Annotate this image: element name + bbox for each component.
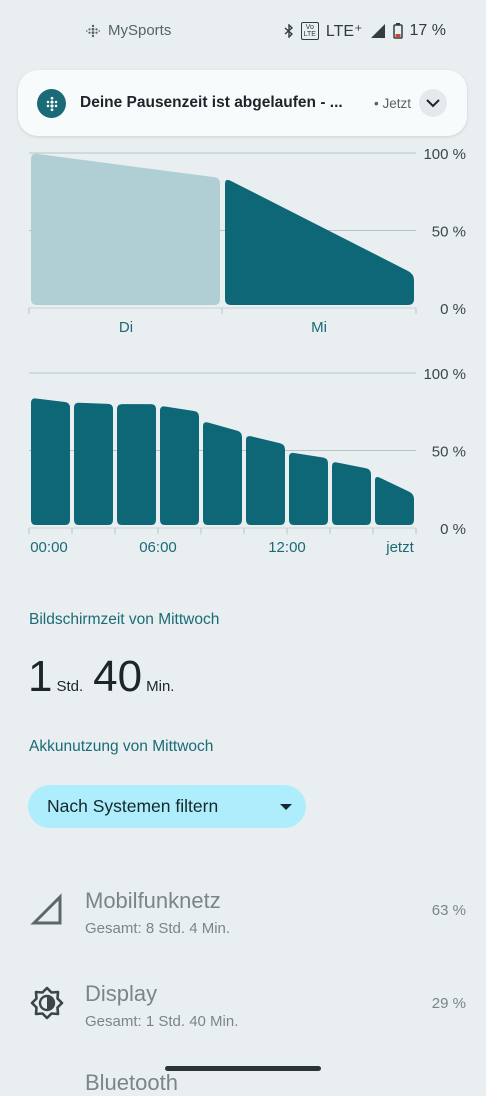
screen-time-minutes: 40 [93,652,143,701]
usage-bar[interactable] [117,404,156,525]
chevron-down-icon [426,98,440,107]
usage-item-name: Display [85,981,158,1006]
y-tick-label: 0 % [440,301,466,318]
hourly-usage-chart: 100 % 50 % 0 % 00:00 06:00 12:00 jetzt [28,366,466,556]
notification-time: • Jetzt [374,96,411,111]
screen-time-minutes-unit: Min. [146,678,175,695]
signal-icon [370,24,385,38]
cellular-signal-icon [30,893,62,925]
filter-label: Nach Systemen filtern [47,796,219,816]
usage-bar[interactable] [74,402,113,525]
daily-usage-chart: 100 % 50 % 0 % Di Mi [28,146,466,336]
y-tick-label: 100 % [423,366,466,383]
usage-item-display[interactable]: Display Gesamt: 1 Std. 40 Min. 29 % [0,981,486,1051]
area-segment-di[interactable] [31,153,220,305]
notification-app-icon [37,89,66,118]
brightness-icon [30,986,64,1020]
screen-time-value: 1 Std. 40 Min. [28,652,184,702]
usage-item-name: Mobilfunknetz [85,888,221,913]
y-tick-label: 100 % [423,146,466,163]
mysports-app-icon [86,24,100,37]
status-icons: Vo LTE LTE⁺ 17 % [284,21,446,41]
x-tick-label: jetzt [385,539,414,556]
x-tick-label: 06:00 [139,539,177,556]
usage-bar[interactable] [332,462,371,525]
screen-time-hours: 1 [28,652,53,701]
home-indicator[interactable] [165,1066,321,1071]
usage-item-detail: Gesamt: 1 Std. 40 Min. [85,1013,239,1030]
battery-usage-title: Akkunutzung von Mittwoch [29,738,214,755]
screen-time-hours-unit: Std. [56,678,84,695]
bluetooth-icon [284,24,293,38]
volte-icon: Vo LTE [300,22,319,40]
notification-text: Deine Pausenzeit ist abgelaufen - ... [80,94,343,111]
usage-item-percent: 63 % [431,902,466,919]
x-tick-label: 12:00 [268,539,306,556]
status-bar: MySports Vo LTE LTE⁺ 17 % [0,0,486,62]
usage-bar[interactable] [289,452,328,525]
filter-systems-dropdown[interactable]: Nach Systemen filtern [28,785,306,828]
y-tick-label: 50 % [432,224,466,241]
x-tick-label: Mi [311,319,327,336]
battery-icon [392,23,403,39]
usage-bar[interactable] [203,422,242,525]
dropdown-arrow-icon [280,804,292,810]
usage-bar[interactable] [375,477,414,525]
usage-bar[interactable] [31,398,70,525]
network-type: LTE⁺ [325,23,363,40]
expand-notification-button[interactable] [419,89,447,117]
x-tick-label: Di [119,319,133,336]
status-app-name: MySports [108,22,172,39]
usage-bar[interactable] [160,406,199,525]
usage-bar[interactable] [246,436,285,525]
usage-item-mobilfunknetz[interactable]: Mobilfunknetz Gesamt: 8 Std. 4 Min. 63 % [0,888,486,958]
y-tick-label: 0 % [440,521,466,538]
status-app: MySports [86,22,171,39]
area-segment-mi[interactable] [225,179,414,305]
screen-time-title: Bildschirmzeit von Mittwoch [29,611,220,628]
usage-item-partial: Bluetooth [85,1070,178,1095]
usage-item-detail: Gesamt: 8 Std. 4 Min. [85,920,231,937]
x-tick-label: 00:00 [30,539,68,556]
usage-item-percent: 29 % [431,995,466,1012]
battery-level: 17 % [409,22,446,39]
notification-card[interactable]: Deine Pausenzeit ist abgelaufen - ... • … [18,70,467,136]
y-tick-label: 50 % [432,444,466,461]
